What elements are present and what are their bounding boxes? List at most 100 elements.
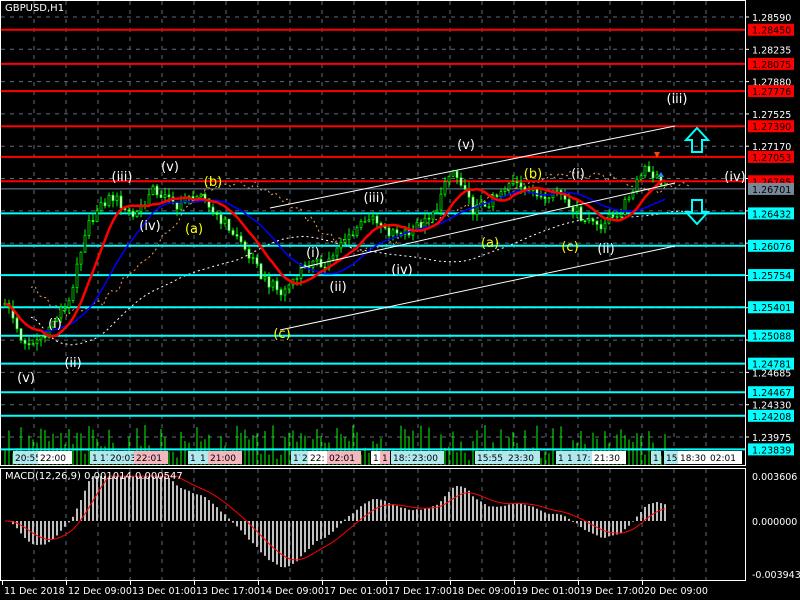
candle-body bbox=[27, 343, 31, 346]
session-tag: 20:55 bbox=[15, 454, 41, 464]
session-tag: 15:55 bbox=[477, 454, 503, 464]
candle-body bbox=[435, 209, 439, 213]
x-tick-label: 13 Dec 17:00 bbox=[196, 586, 260, 597]
y-tick-label: 1.28590 bbox=[752, 13, 791, 24]
candle-body bbox=[543, 196, 547, 200]
candle-body bbox=[215, 212, 219, 215]
y-tick-label: 1.23975 bbox=[752, 433, 791, 444]
session-tag: 21:00 bbox=[210, 454, 236, 464]
candle-body bbox=[227, 218, 231, 231]
candle-body bbox=[647, 166, 651, 173]
candle-body bbox=[431, 211, 435, 220]
candle-body bbox=[151, 185, 155, 195]
session-tag: 18:30 bbox=[680, 454, 706, 464]
session-tag: 22: bbox=[310, 454, 324, 464]
session-tag: 1 bbox=[558, 454, 564, 464]
wave-label: (v) bbox=[457, 138, 475, 153]
candle-body bbox=[343, 239, 347, 243]
candle-body bbox=[103, 202, 107, 207]
candle-body bbox=[623, 198, 627, 215]
candle-body bbox=[107, 194, 111, 207]
wave-label: (iv) bbox=[139, 219, 160, 234]
candle-body bbox=[371, 215, 375, 221]
price-chart[interactable]: 11 Dec 2018 12 Dec 09:00 13 Dec 01:00 13 De… bbox=[0, 0, 800, 600]
x-tick-label: 18 Dec 09:00 bbox=[452, 586, 516, 597]
session-tag: 1 bbox=[382, 454, 388, 464]
session-tag: 17: bbox=[576, 454, 590, 464]
resistance-label: 1.27776 bbox=[752, 87, 791, 98]
candle-body bbox=[519, 182, 523, 188]
resistance-label: 1.27053 bbox=[752, 153, 791, 164]
macd-y-tick-label: 0.000000 bbox=[752, 517, 797, 528]
candle-body bbox=[455, 170, 459, 179]
buy-signal-icon bbox=[658, 172, 664, 177]
candle-body bbox=[271, 280, 275, 288]
candle-body bbox=[635, 178, 639, 192]
candle-body bbox=[295, 278, 299, 280]
candle-body bbox=[31, 343, 35, 346]
wave-label: (iv) bbox=[391, 263, 412, 278]
candle-body bbox=[211, 206, 215, 213]
candle-body bbox=[447, 175, 451, 183]
candle-body bbox=[643, 166, 647, 177]
session-tag: 2 bbox=[302, 454, 308, 464]
candle-body bbox=[587, 218, 591, 222]
candle-body bbox=[43, 335, 47, 339]
candle-body bbox=[35, 339, 39, 345]
candle-body bbox=[247, 248, 251, 259]
support-label: 1.25088 bbox=[752, 332, 791, 343]
candle-body bbox=[363, 220, 367, 223]
session-tag: 1 bbox=[373, 454, 379, 464]
chart-title: GBPUSD,H1 bbox=[5, 3, 65, 14]
wave-label: (i) bbox=[571, 167, 585, 182]
candle-body bbox=[299, 264, 303, 279]
candle-body bbox=[391, 229, 395, 237]
x-tick-label: 20 Dec 09:00 bbox=[644, 586, 708, 597]
support-label: 1.24208 bbox=[752, 412, 791, 423]
wave-label: (i) bbox=[48, 317, 62, 332]
resistance-label: 1.27390 bbox=[752, 122, 791, 133]
candle-body bbox=[367, 219, 371, 222]
candle-body bbox=[595, 220, 599, 225]
candle-body bbox=[223, 218, 227, 224]
wave-label: (a) bbox=[185, 222, 203, 237]
candle-body bbox=[219, 214, 223, 224]
candle-body bbox=[387, 227, 391, 237]
candle-body bbox=[231, 230, 235, 235]
candle-body bbox=[651, 171, 655, 179]
candle-body bbox=[111, 194, 115, 201]
x-tick-label: 17 Dec 17:00 bbox=[388, 586, 452, 597]
wave-label: (iii) bbox=[667, 92, 688, 107]
resistance-label: 1.28450 bbox=[752, 26, 791, 37]
candle-body bbox=[339, 242, 343, 249]
candle-body bbox=[463, 184, 467, 190]
candle-body bbox=[131, 210, 135, 217]
candle-body bbox=[167, 194, 171, 198]
candle-body bbox=[75, 263, 79, 288]
candle-body bbox=[91, 220, 95, 223]
session-tag: 22:00 bbox=[40, 454, 66, 464]
candle-body bbox=[155, 185, 159, 196]
y-tick-label: 1.27525 bbox=[752, 110, 791, 121]
candle-body bbox=[655, 174, 659, 179]
candle-body bbox=[627, 197, 631, 200]
candle-body bbox=[355, 226, 359, 236]
candle-body bbox=[603, 222, 607, 230]
wave-label: (i) bbox=[306, 246, 320, 261]
candle-body bbox=[39, 335, 43, 341]
x-tick-label: 17 Dec 01:00 bbox=[324, 586, 388, 597]
x-tick-label: 19 Dec 17:00 bbox=[580, 586, 644, 597]
candle-body bbox=[199, 193, 203, 197]
support-label: 1.24781 bbox=[752, 360, 791, 371]
candle-body bbox=[263, 276, 267, 280]
candle-body bbox=[507, 183, 511, 190]
candle-body bbox=[283, 288, 287, 296]
macd-y-tick-label: 0.003606 bbox=[752, 472, 797, 483]
candle-body bbox=[79, 251, 83, 265]
candle-body bbox=[599, 224, 603, 230]
support-label: 1.26076 bbox=[752, 242, 791, 253]
candle-body bbox=[19, 328, 23, 341]
candle-body bbox=[235, 234, 239, 237]
wave-label: (v) bbox=[17, 371, 35, 386]
current-price-label: 1.26701 bbox=[752, 185, 791, 196]
